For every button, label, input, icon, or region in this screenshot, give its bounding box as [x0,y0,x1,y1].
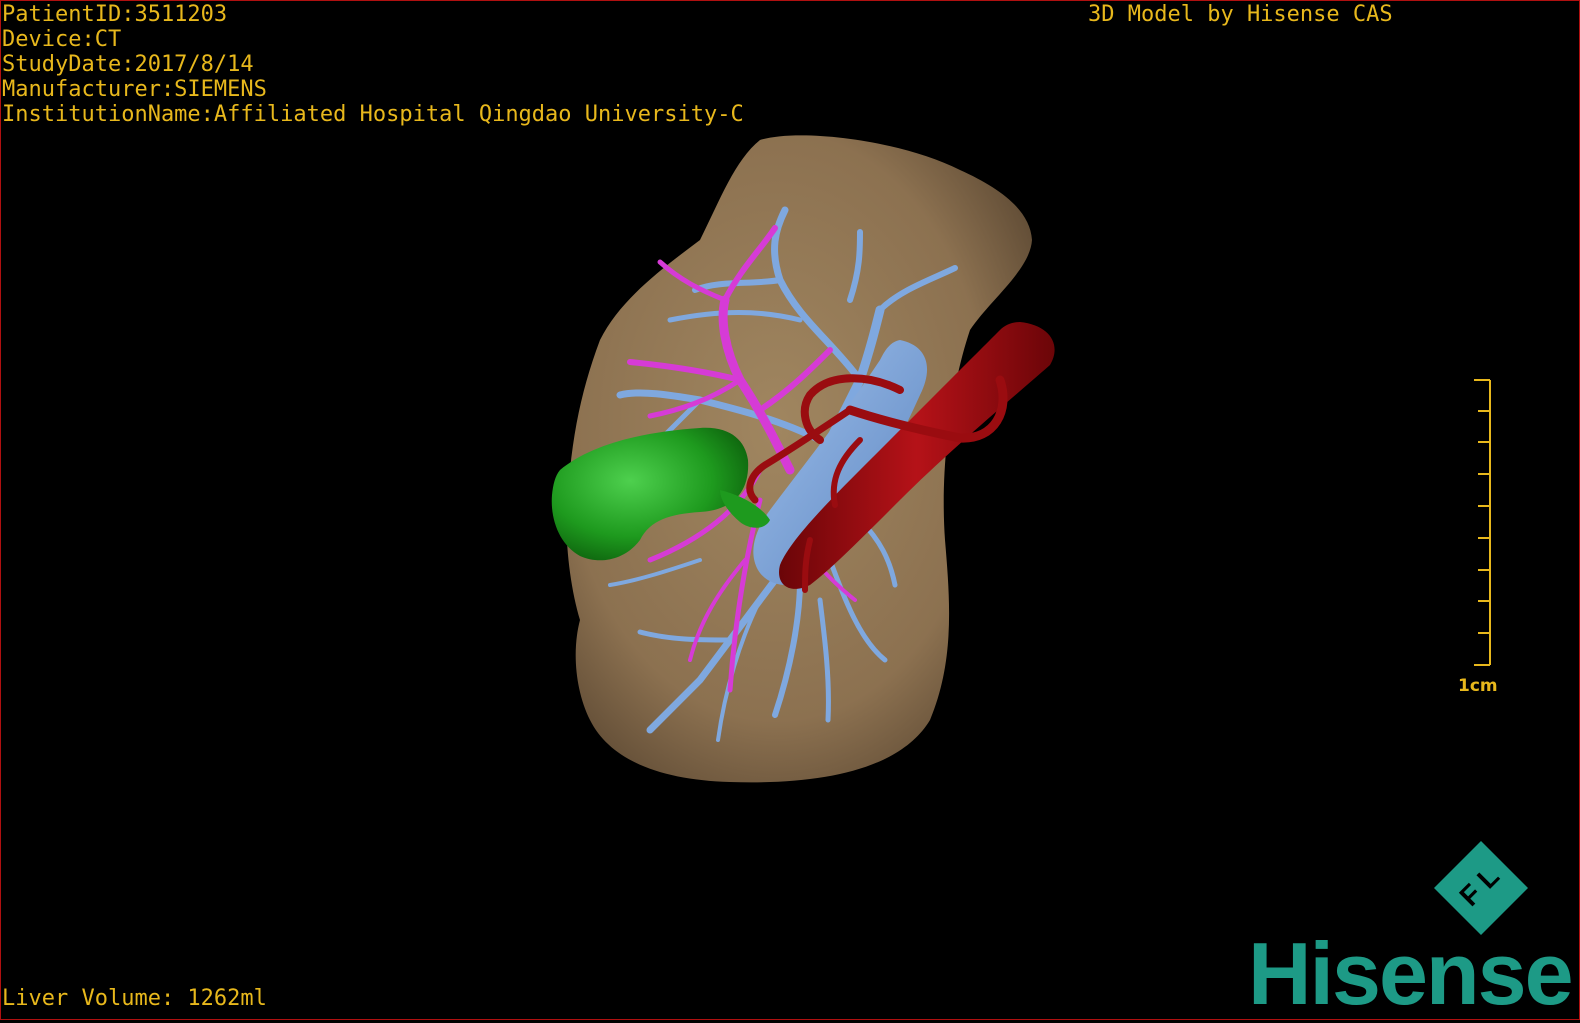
model-credit: 3D Model by Hisense CAS [1088,2,1393,27]
hisense-badge-icon: F L [1434,841,1528,935]
scale-bar [1474,379,1491,666]
study-date: StudyDate:2017/8/14 [2,52,254,77]
device: Device:CT [2,27,122,52]
manufacturer: Manufacturer:SIEMENS [2,77,267,102]
study-info-overlay: PatientID:3511203 Device:CT StudyDate:20… [2,2,744,127]
institution-name: InstitutionName:Affiliated Hospital Qing… [2,102,744,127]
liver-volume: Liver Volume: 1262ml [2,986,267,1011]
3d-liver-model-viewport[interactable] [0,0,1580,1020]
patient-id: PatientID:3511203 [2,2,228,27]
scale-bar-label: 1cm [1458,676,1498,696]
hisense-logo: Hisense [1248,924,1574,1023]
